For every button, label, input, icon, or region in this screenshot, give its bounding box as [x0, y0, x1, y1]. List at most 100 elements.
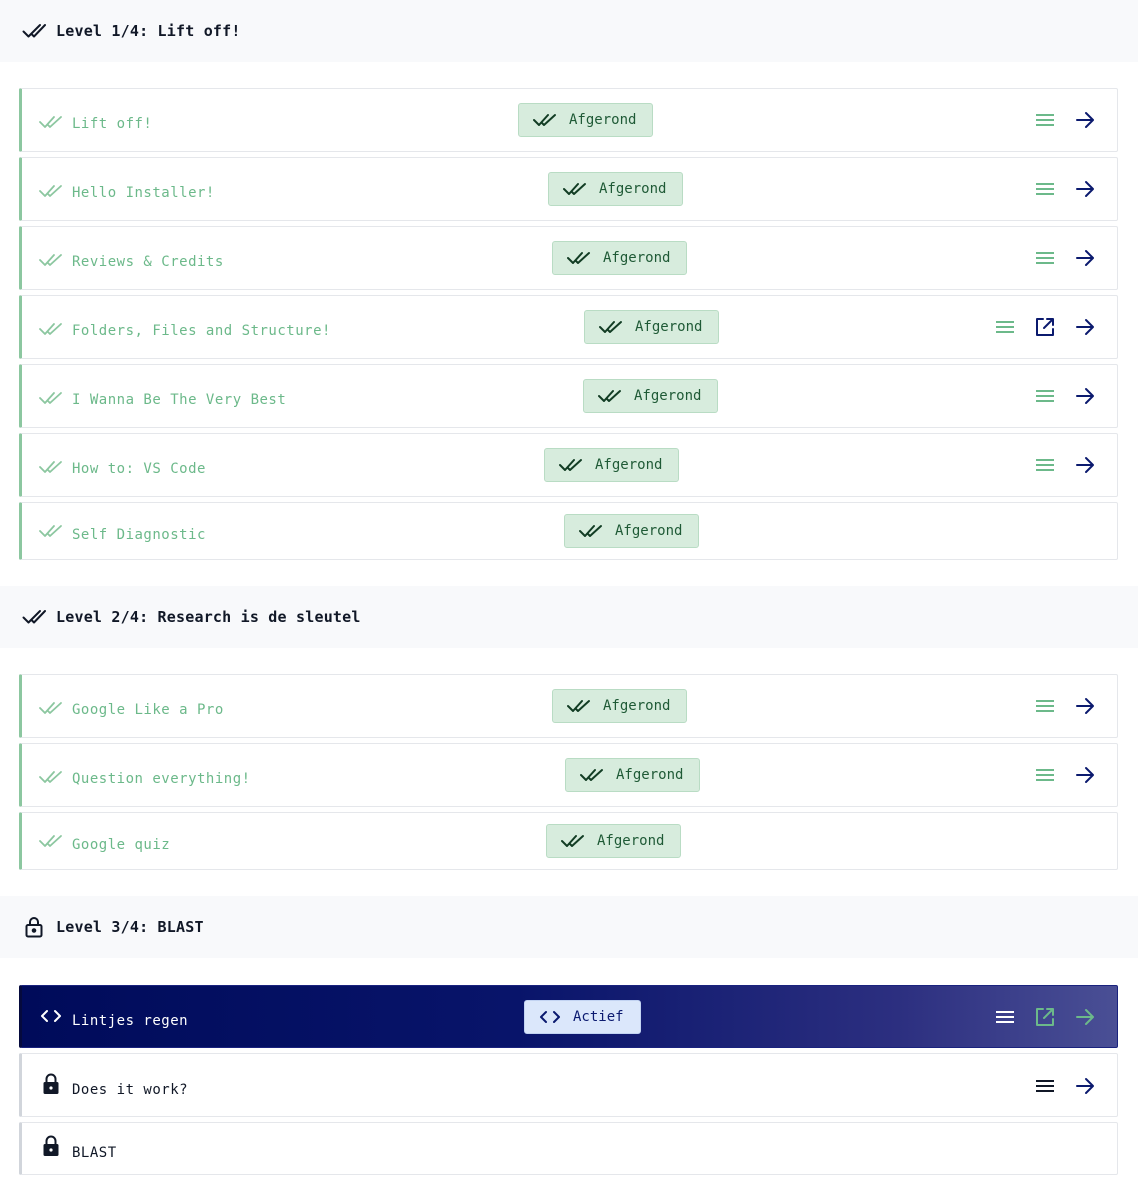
double-check-icon — [39, 829, 63, 853]
level-header-2: Level 2/4: Research is de sleutel — [0, 586, 1138, 648]
double-check-icon — [39, 765, 63, 789]
external-link-icon[interactable] — [1033, 315, 1057, 339]
double-check-icon — [39, 519, 63, 543]
status-badge: Afgerond — [544, 448, 680, 482]
menu-icon[interactable] — [1033, 246, 1057, 270]
status-badge: Afgerond — [552, 241, 688, 275]
double-check-icon — [579, 525, 602, 537]
level-header-3: Level 3/4: BLAST — [0, 896, 1138, 958]
status-text: Afgerond — [603, 250, 671, 266]
menu-icon[interactable] — [993, 1005, 1017, 1029]
status-badge: Afgerond — [565, 758, 701, 792]
double-check-icon — [22, 605, 46, 629]
lesson-row-very-best[interactable]: I Wanna Be The Very Best Afgerond — [19, 364, 1118, 428]
double-check-icon — [39, 248, 63, 272]
level-title: Level 2/4: Research is de sleutel — [56, 608, 361, 626]
status-badge: Afgerond — [548, 172, 684, 206]
menu-icon[interactable] — [1033, 108, 1057, 132]
arrow-right-icon[interactable] — [1073, 177, 1097, 201]
menu-icon[interactable] — [1033, 177, 1057, 201]
status-text: Afgerond — [615, 523, 683, 539]
status-badge: Afgerond — [552, 689, 688, 723]
status-text: Afgerond — [599, 181, 667, 197]
lesson-row-reviews-credits[interactable]: Reviews & Credits Afgerond — [19, 226, 1118, 290]
status-text: Actief — [573, 1009, 624, 1025]
double-check-icon — [39, 386, 63, 410]
status-badge: Actief — [524, 1000, 641, 1034]
level-header-1: Level 1/4: Lift off! — [0, 0, 1138, 62]
arrow-right-icon[interactable] — [1073, 246, 1097, 270]
menu-icon[interactable] — [993, 315, 1017, 339]
double-check-icon — [39, 317, 63, 341]
lesson-label: Lintjes regen — [72, 1013, 189, 1029]
status-badge: Afgerond — [584, 310, 720, 344]
status-text: Afgerond — [635, 319, 703, 335]
arrow-right-icon[interactable] — [1073, 763, 1097, 787]
arrow-right-icon[interactable] — [1073, 108, 1097, 132]
lesson-row-blast[interactable]: BLAST — [19, 1122, 1118, 1175]
lesson-label: How to: VS Code — [72, 461, 206, 477]
lesson-label: Question everything! — [72, 771, 251, 787]
code-icon — [39, 1004, 63, 1028]
status-text: Afgerond — [616, 767, 684, 783]
menu-icon[interactable] — [1033, 763, 1057, 787]
arrow-right-icon[interactable] — [1073, 1005, 1097, 1029]
arrow-right-icon[interactable] — [1073, 1074, 1097, 1098]
lesson-label: I Wanna Be The Very Best — [72, 392, 287, 408]
status-text: Afgerond — [569, 112, 637, 128]
lesson-label: Reviews & Credits — [72, 254, 224, 270]
double-check-icon — [533, 114, 556, 126]
double-check-icon — [39, 455, 63, 479]
double-check-icon — [599, 321, 622, 333]
lesson-row-lift-off[interactable]: Lift off! Afgerond — [19, 88, 1118, 152]
double-check-icon — [559, 459, 582, 471]
double-check-icon — [567, 252, 590, 264]
lesson-label: Does it work? — [72, 1082, 189, 1098]
level-title: Level 3/4: BLAST — [56, 918, 204, 936]
lesson-row-vs-code[interactable]: How to: VS Code Afgerond — [19, 433, 1118, 497]
double-check-icon — [22, 19, 46, 43]
arrow-right-icon[interactable] — [1073, 453, 1097, 477]
lesson-label: Google Like a Pro — [72, 702, 224, 718]
double-check-icon — [39, 696, 63, 720]
lesson-row-lintjes-regen[interactable]: Lintjes regen Actief — [19, 985, 1118, 1048]
menu-icon[interactable] — [1033, 1074, 1057, 1098]
menu-icon[interactable] — [1033, 694, 1057, 718]
double-check-icon — [598, 390, 621, 402]
menu-icon[interactable] — [1033, 384, 1057, 408]
code-icon — [540, 1011, 560, 1023]
status-badge: Afgerond — [583, 379, 719, 413]
status-text: Afgerond — [603, 698, 671, 714]
lesson-row-self-diagnostic[interactable]: Self Diagnostic Afgerond — [19, 502, 1118, 560]
double-check-icon — [580, 769, 603, 781]
arrow-right-icon[interactable] — [1073, 694, 1097, 718]
lesson-label: Lift off! — [72, 116, 153, 132]
arrow-right-icon[interactable] — [1073, 315, 1097, 339]
double-check-icon — [567, 700, 590, 712]
status-badge: Afgerond — [518, 103, 654, 137]
lesson-label: BLAST — [72, 1145, 117, 1161]
double-check-icon — [563, 183, 586, 195]
double-check-icon — [561, 835, 584, 847]
double-check-icon — [39, 110, 63, 134]
lock-icon — [39, 1072, 63, 1096]
menu-icon[interactable] — [1033, 453, 1057, 477]
status-text: Afgerond — [595, 457, 663, 473]
lesson-label: Folders, Files and Structure! — [72, 323, 331, 339]
lesson-row-hello-installer[interactable]: Hello Installer! Afgerond — [19, 157, 1118, 221]
external-link-icon[interactable] — [1033, 1005, 1057, 1029]
status-badge: Afgerond — [546, 824, 682, 858]
status-badge: Afgerond — [564, 514, 700, 548]
arrow-right-icon[interactable] — [1073, 384, 1097, 408]
lesson-label: Google quiz — [72, 837, 171, 853]
lesson-row-folders-files[interactable]: Folders, Files and Structure! Afgerond — [19, 295, 1118, 359]
lesson-row-question-everything[interactable]: Question everything! Afgerond — [19, 743, 1118, 807]
double-check-icon — [39, 179, 63, 203]
status-text: Afgerond — [597, 833, 665, 849]
lesson-row-google-pro[interactable]: Google Like a Pro Afgerond — [19, 674, 1118, 738]
lock-open-icon — [22, 915, 46, 939]
lesson-row-does-it-work[interactable]: Does it work? — [19, 1053, 1118, 1117]
lock-icon — [39, 1134, 63, 1158]
lesson-row-google-quiz[interactable]: Google quiz Afgerond — [19, 812, 1118, 870]
lesson-label: Self Diagnostic — [72, 527, 206, 543]
